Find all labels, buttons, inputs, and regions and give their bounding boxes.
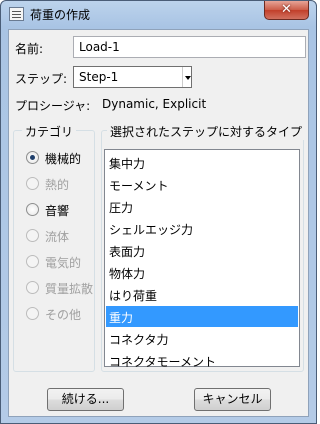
type-list-item[interactable]: はり荷重 <box>106 284 298 305</box>
radio-icon <box>26 177 39 190</box>
type-list-item[interactable]: シェルエッジ力 <box>106 218 298 239</box>
category-group-title: カテゴリ <box>22 123 77 140</box>
name-field[interactable]: Load-1 <box>73 36 306 58</box>
type-list-item[interactable]: 重力 <box>106 306 298 327</box>
continue-button[interactable]: 続ける... <box>47 388 124 411</box>
radio-icon <box>26 281 39 294</box>
chevron-down-icon[interactable] <box>182 67 191 87</box>
name-label: 名前: <box>15 42 44 56</box>
title-bar[interactable]: 荷重の作成 ✕ <box>1 1 316 29</box>
type-list-item[interactable]: コネクタモーメント <box>106 350 298 371</box>
procedure-value: Dynamic, Explicit <box>102 97 207 111</box>
procedure-label: プロシージャ: <box>15 99 91 113</box>
category-radio-label: 熱的 <box>45 178 70 192</box>
category-group: カテゴリ 機械的熱的音響流体電気的質量拡散その他 <box>13 123 95 372</box>
window-icon <box>9 7 24 21</box>
type-list-item[interactable]: モーメント <box>106 174 298 195</box>
step-select[interactable]: Step-1 <box>73 66 192 88</box>
cancel-button[interactable]: キャンセル <box>194 388 271 411</box>
type-list-item[interactable]: コネクタ力 <box>106 328 298 349</box>
category-radio-label: 機械的 <box>45 152 82 166</box>
type-list-item[interactable]: 物体力 <box>106 262 298 283</box>
category-radio-label: 電気的 <box>45 256 82 270</box>
category-radio-label: 質量拡散 <box>45 282 94 296</box>
radio-icon <box>26 229 39 242</box>
type-list-item[interactable]: 表面力 <box>106 240 298 261</box>
step-select-value: Step-1 <box>79 70 119 84</box>
category-radio-label: 流体 <box>45 230 70 244</box>
type-list-item[interactable]: 集中力 <box>106 152 298 173</box>
radio-icon[interactable] <box>26 203 39 216</box>
category-radio-label: 音響 <box>45 204 70 218</box>
radio-icon[interactable] <box>26 151 39 164</box>
category-radio-label: その他 <box>45 308 82 322</box>
dialog-body: 名前: Load-1 ステップ: Step-1 プロシージャ: Dynamic,… <box>8 29 309 417</box>
step-label: ステップ: <box>15 72 68 86</box>
close-button[interactable]: ✕ <box>264 1 309 20</box>
type-listbox[interactable]: 集中力 モーメント 圧力 シェルエッジ力 表面力 物体力 はり荷重 重力 コネクタ力 コネクタモー… <box>104 149 300 369</box>
dialog-window: 荷重の作成 ✕ 名前: Load-1 ステップ: Step-1 プロシージャ: … <box>0 0 317 424</box>
window-title: 荷重の作成 <box>30 8 91 22</box>
type-group-title: 選択されたステップに対するタイプ <box>107 123 306 140</box>
type-list-item[interactable]: 圧力 <box>106 196 298 217</box>
radio-icon <box>26 255 39 268</box>
radio-icon <box>26 307 39 320</box>
